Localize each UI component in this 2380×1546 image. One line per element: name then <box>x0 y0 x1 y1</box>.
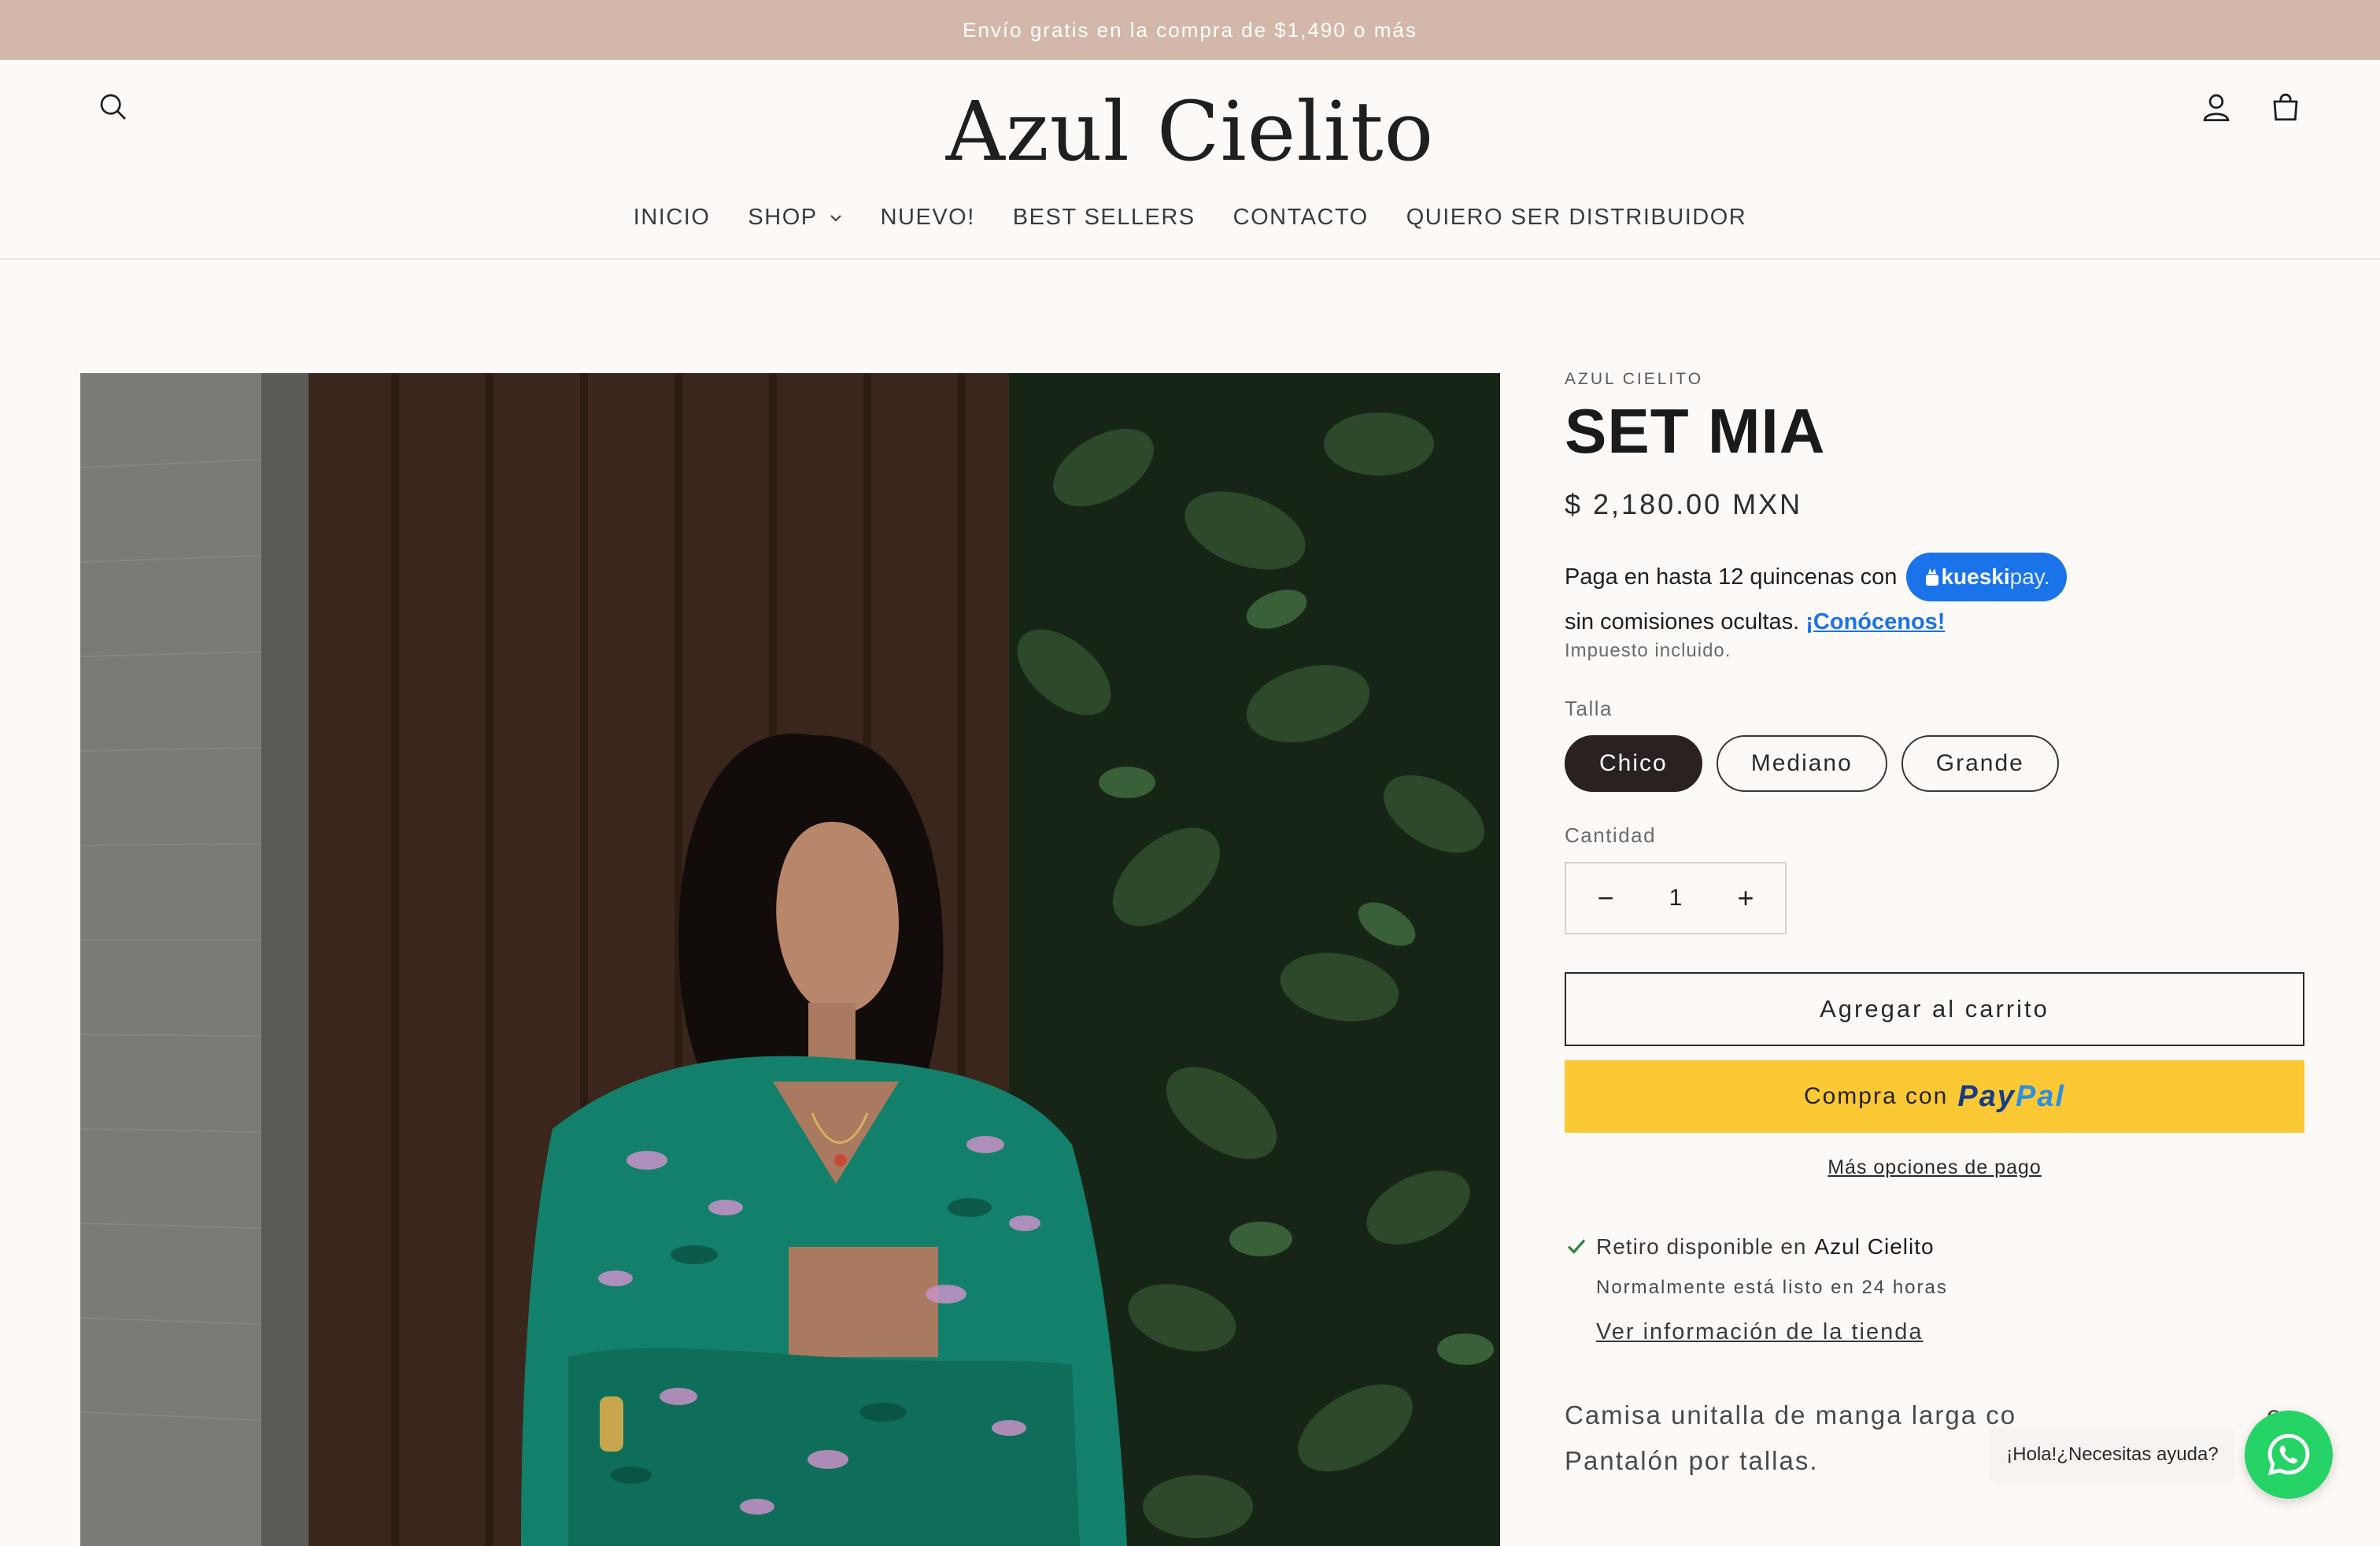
add-to-cart-button[interactable]: Agregar al carrito <box>1565 972 2304 1046</box>
quantity-label: Cantidad <box>1565 823 1657 847</box>
kueski-pay-word: pay. <box>2009 564 2050 589</box>
paypal-brand-a: Pay <box>1957 1079 2016 1113</box>
product-title: SET MIA <box>1565 396 1826 466</box>
kueski-pay-badge[interactable]: kueski pay. <box>1906 553 2068 601</box>
pickup-ready-time: Normalmente está listo en 24 horas <box>1596 1277 1948 1298</box>
checkmark-icon <box>1567 1239 1586 1254</box>
tax-note: Impuesto incluido. <box>1565 640 1731 661</box>
nav-item-contacto[interactable]: CONTACTO <box>1233 205 1369 231</box>
quantity-decrease-button[interactable]: − <box>1590 882 1621 915</box>
store-info-link[interactable]: Ver información de la tienda <box>1596 1319 1924 1345</box>
kueski-brand: kueski <box>1941 564 2010 589</box>
more-payment-options-link[interactable]: Más opciones de pago <box>1565 1156 2304 1179</box>
product-info: AZUL CIELITO SET MIA $ 2,180.00 MXN Paga… <box>1565 370 2304 1484</box>
nav-label: SHOP <box>748 205 818 230</box>
pickup-text: Retiro disponible en <box>1596 1234 1807 1259</box>
quantity-increase-button[interactable]: + <box>1730 882 1761 915</box>
kueski-logo-icon <box>1926 568 1939 586</box>
nav-label: BEST SELLERS <box>1012 205 1196 230</box>
size-option-mediano[interactable]: Mediano <box>1716 735 1887 792</box>
announcement-bar: Envío gratis en la compra de $1,490 o má… <box>0 0 2380 60</box>
kueski-promo: Paga en hasta 12 quincenas con kueski pay… <box>1565 553 2304 601</box>
site-header: Azul Cielito INICIO SHOP NUEVO! BEST SEL… <box>0 60 2380 260</box>
product-vendor: AZUL CIELITO <box>1565 370 1704 388</box>
product-photo-illustration <box>80 373 1500 1546</box>
whatsapp-help-bubble[interactable]: ¡Hola!¿Necesitas ayuda? <box>1990 1426 2235 1483</box>
description-line-1: Camisa unitalla de manga larga co <box>1565 1400 2017 1429</box>
pickup-store: Azul Cielito <box>1814 1234 1935 1259</box>
quantity-value[interactable]: 1 <box>1669 885 1683 912</box>
product-image[interactable] <box>80 373 1500 1546</box>
nav-label: CONTACTO <box>1232 205 1369 230</box>
size-options: Chico Mediano Grande <box>1565 735 2304 792</box>
nav-item-distribuidor[interactable]: QUIERO SER DISTRIBUIDOR <box>1406 205 1747 231</box>
whatsapp-icon <box>2267 1433 2310 1476</box>
whatsapp-bubble-text: ¡Hola!¿Necesitas ayuda? <box>2006 1444 2219 1465</box>
size-option-grande[interactable]: Grande <box>1901 735 2059 792</box>
nav-item-inicio[interactable]: INICIO <box>634 205 711 231</box>
main-nav: INICIO SHOP NUEVO! BEST SELLERS CONTACTO… <box>0 205 2380 231</box>
quantity-stepper: − 1 + <box>1565 862 1787 934</box>
kueski-learn-more-link[interactable]: ¡Conócenos! <box>1805 609 1945 634</box>
nav-label: NUEVO! <box>880 205 975 230</box>
cart-icon[interactable] <box>2259 80 2312 134</box>
size-option-chico[interactable]: Chico <box>1565 735 1702 792</box>
product-price: $ 2,180.00 MXN <box>1565 488 1803 520</box>
size-label: Talla <box>1565 697 1613 720</box>
pickup-availability: Retiro disponible en Azul Cielito <box>1565 1234 2304 1259</box>
paypal-button[interactable]: Compra con PayPal <box>1565 1060 2304 1133</box>
nav-item-nuevo[interactable]: NUEVO! <box>881 205 975 231</box>
kueski-promo-line2: sin comisiones ocultas. ¡Conócenos! <box>1565 609 2304 635</box>
paypal-brand-b: Pal <box>2015 1079 2066 1113</box>
kueski-text: Paga en hasta 12 quincenas con <box>1565 564 1898 590</box>
site-logo[interactable]: Azul Cielito <box>0 83 2380 179</box>
whatsapp-button[interactable] <box>2245 1411 2333 1499</box>
nav-item-shop[interactable]: SHOP <box>748 205 842 231</box>
kueski-text-2: sin comisiones ocultas. <box>1565 609 1800 634</box>
announcement-text: Envío gratis en la compra de $1,490 o má… <box>963 17 1417 42</box>
paypal-logo: PayPal <box>1957 1080 2065 1114</box>
nav-item-best-sellers[interactable]: BEST SELLERS <box>1013 205 1196 231</box>
nav-label: QUIERO SER DISTRIBUIDOR <box>1406 205 1747 230</box>
account-icon[interactable] <box>2190 80 2243 134</box>
nav-label: INICIO <box>633 205 711 230</box>
chevron-down-icon <box>830 214 841 221</box>
paypal-prefix: Compra con <box>1803 1083 1949 1109</box>
